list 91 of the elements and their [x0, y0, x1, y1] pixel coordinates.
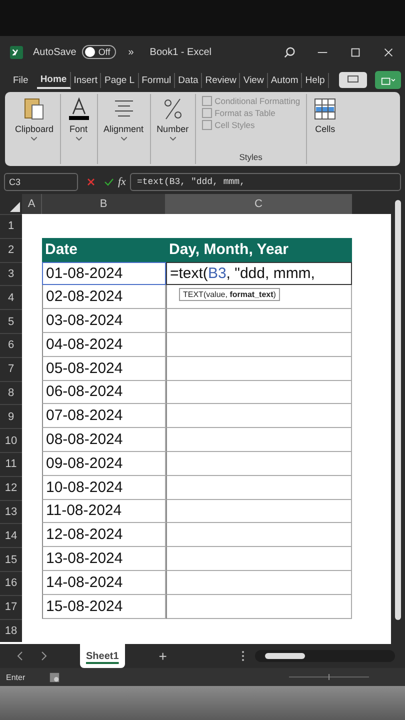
row-header[interactable]: 9 [0, 404, 22, 428]
add-sheet-button[interactable]: + [152, 647, 173, 665]
ribbon-tab[interactable]: Home [37, 72, 71, 88]
maximize-icon[interactable] [349, 46, 362, 58]
cancel-icon[interactable] [86, 177, 96, 187]
dropdown-caret-icon [120, 136, 127, 142]
row-header[interactable]: 5 [0, 309, 22, 333]
comment-icon [346, 75, 359, 85]
ribbon-tab[interactable]: Insert [70, 72, 102, 88]
ribbon-tab[interactable]: View [240, 72, 268, 88]
insert-function-button[interactable]: fx [118, 176, 126, 188]
row-header[interactable]: 11 [0, 452, 22, 476]
style-icon [202, 96, 212, 106]
previous-sheet-icon[interactable] [16, 651, 24, 661]
table-cell: 11-08-2024 [42, 500, 166, 524]
clipboard-icon[interactable] [22, 96, 46, 122]
style-icon [202, 108, 212, 118]
row-header[interactable]: 4 [0, 285, 22, 310]
accessibility-icon[interactable] [49, 672, 60, 682]
row-header[interactable]: 12 [0, 476, 22, 500]
ribbon-group-button[interactable]: Alignment [104, 124, 144, 134]
dropdown-caret-icon [170, 136, 176, 142]
row-header[interactable]: 10 [0, 428, 22, 452]
column-header[interactable]: A [22, 194, 42, 214]
group-label: Styles [238, 152, 264, 162]
table-cell: 03-08-2024 [42, 309, 166, 333]
more-commands[interactable]: » [128, 46, 134, 58]
zoom-slider-icon[interactable] [289, 674, 369, 680]
table-cell: 14-08-2024 [42, 570, 166, 595]
row-header[interactable]: 2 [0, 238, 22, 262]
font-color-icon[interactable] [66, 96, 91, 122]
more-options-icon[interactable] [241, 650, 245, 662]
ribbon-tab[interactable]: Formul [138, 72, 176, 88]
row-header[interactable]: 15 [0, 547, 22, 571]
dropdown-caret-icon [76, 136, 82, 142]
ribbon-group-button[interactable]: Cells [315, 124, 336, 134]
table-cell: 13-08-2024 [42, 547, 166, 571]
row-header[interactable]: 7 [0, 356, 22, 381]
table-cell: 08-08-2024 [42, 428, 166, 452]
table-grid-icon[interactable] [313, 96, 338, 122]
row-header[interactable]: 16 [0, 570, 22, 595]
style-icon [202, 120, 212, 130]
table-cell: 06-08-2024 [42, 380, 166, 404]
autosave-label: AutoSave [33, 46, 76, 58]
table-cell: 09-08-2024 [42, 452, 166, 476]
select-all-icon[interactable] [10, 202, 20, 212]
row-header[interactable]: 14 [0, 523, 22, 548]
check-icon[interactable] [104, 177, 114, 187]
row-header[interactable]: 18 [0, 618, 22, 642]
ribbon-tab[interactable]: Page L [101, 72, 139, 88]
close-icon[interactable] [382, 46, 395, 58]
row-header[interactable]: 1 [0, 214, 22, 238]
search-icon[interactable] [283, 46, 296, 58]
next-sheet-icon[interactable] [40, 651, 48, 661]
share-button[interactable] [375, 71, 401, 89]
status-mode: Enter [6, 672, 26, 682]
row-header[interactable]: 8 [0, 380, 22, 404]
excel-logo-icon [10, 46, 23, 58]
window-title: Book1 - Excel [150, 46, 212, 58]
horizontal-scrollbar[interactable] [255, 650, 395, 662]
table-header-cell: Date [42, 238, 166, 262]
column-header[interactable]: C [166, 194, 352, 214]
row-header[interactable]: 3 [0, 262, 22, 286]
sheet-tab[interactable]: Sheet1 [80, 644, 125, 668]
ribbon-tab[interactable]: Data [175, 72, 202, 88]
row-header[interactable]: 13 [0, 500, 22, 524]
table-cell: 04-08-2024 [42, 332, 166, 357]
comments-button[interactable] [338, 72, 367, 88]
ribbon-tab[interactable]: Review [202, 72, 240, 88]
table-cell: 10-08-2024 [42, 476, 166, 500]
ribbon-group-button[interactable]: Clipboard [15, 124, 54, 134]
table-cell: 12-08-2024 [42, 523, 166, 548]
table-header-cell: Day, Month, Year [166, 238, 352, 262]
ribbon-tab[interactable]: Autom [268, 72, 302, 88]
ribbon-group-button[interactable]: Font [70, 124, 88, 134]
autosave-toggle[interactable]: Off [82, 45, 116, 59]
table-cell: 02-08-2024 [42, 285, 166, 310]
name-box[interactable]: C3 [4, 173, 78, 191]
table-cell: 01-08-2024 [42, 262, 166, 286]
function-tooltip: TEXT(value, format_text) [179, 288, 280, 301]
row-header[interactable]: 6 [0, 332, 22, 357]
table-cell: 05-08-2024 [42, 356, 166, 381]
dropdown-caret-icon [31, 136, 38, 142]
ribbon-group-button[interactable]: Number [156, 124, 189, 134]
table-cell: 15-08-2024 [42, 594, 166, 619]
column-header[interactable]: B [42, 194, 166, 214]
table-cell: 07-08-2024 [42, 404, 166, 428]
ribbon-tab[interactable]: Help [302, 72, 329, 88]
ribbon-tab[interactable]: File [10, 72, 32, 88]
formula-input[interactable]: =text(B3, "ddd, mmm, [130, 173, 401, 191]
row-header[interactable]: 17 [0, 594, 22, 619]
